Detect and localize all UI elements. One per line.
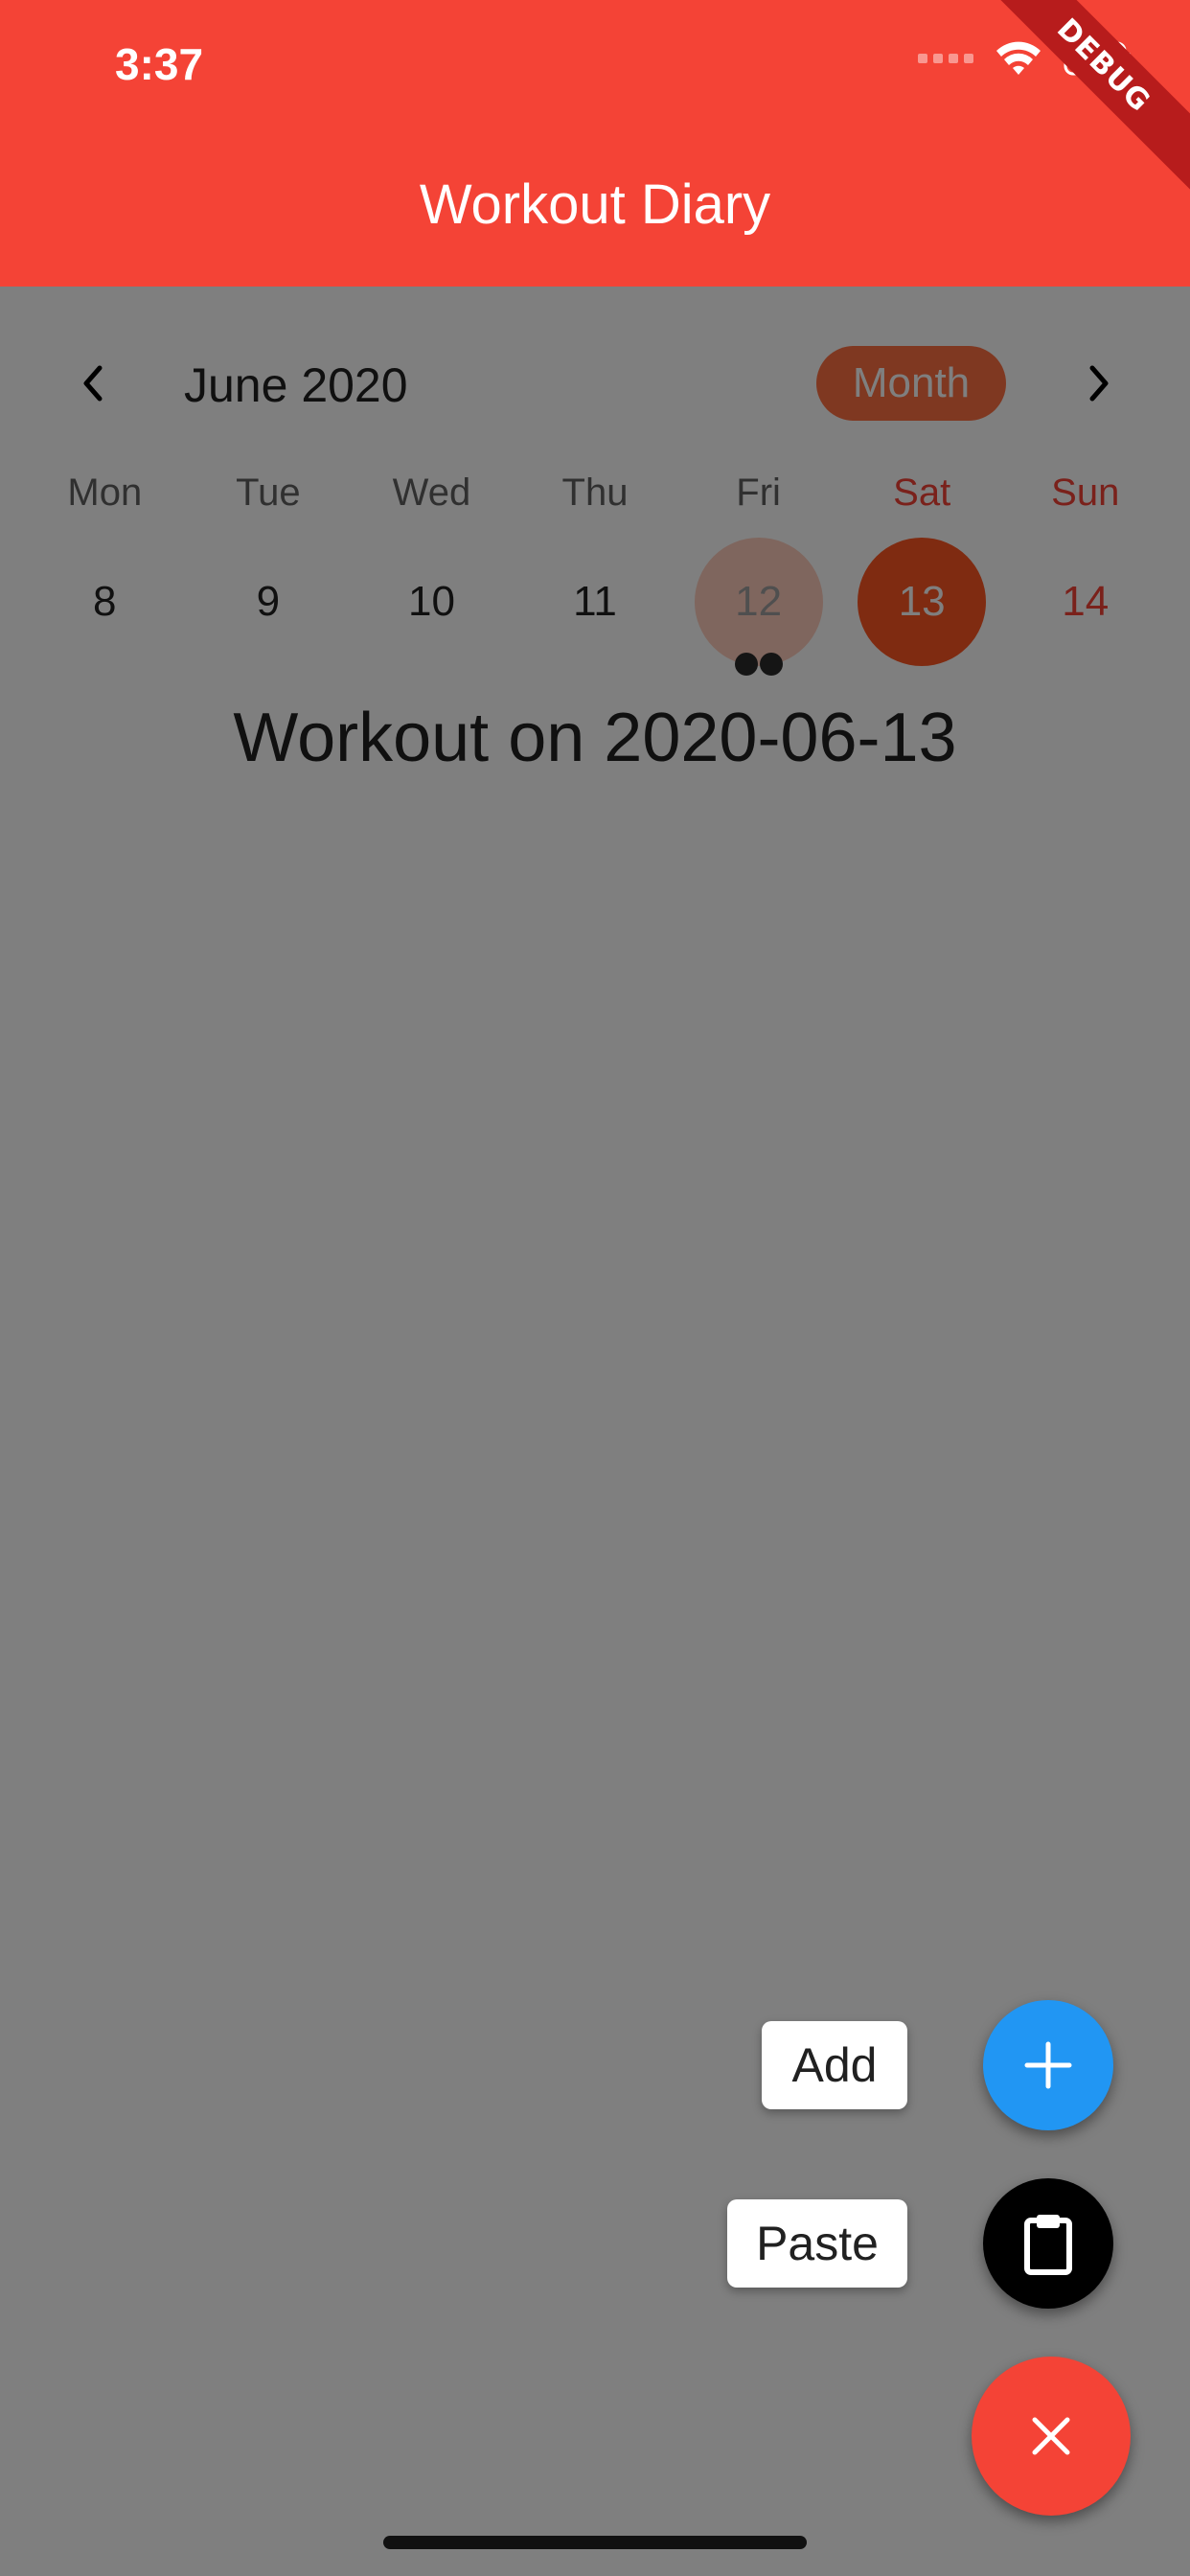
close-speed-dial-button[interactable] bbox=[972, 2357, 1131, 2516]
add-label[interactable]: Add bbox=[762, 2021, 907, 2109]
app-title: Workout Diary bbox=[419, 173, 771, 236]
clipboard-icon bbox=[1024, 2215, 1072, 2275]
plus-icon bbox=[1024, 2041, 1072, 2089]
add-button[interactable] bbox=[983, 2000, 1113, 2130]
home-indicator bbox=[383, 2536, 807, 2549]
wifi-icon bbox=[995, 40, 1042, 77]
app-bar: 3:37 Workout Diary bbox=[0, 0, 1190, 287]
cellular-signal-icon bbox=[918, 54, 973, 63]
paste-button[interactable] bbox=[983, 2178, 1113, 2309]
paste-label[interactable]: Paste bbox=[727, 2199, 907, 2288]
close-icon bbox=[1032, 2417, 1070, 2455]
status-time: 3:37 bbox=[115, 39, 204, 89]
